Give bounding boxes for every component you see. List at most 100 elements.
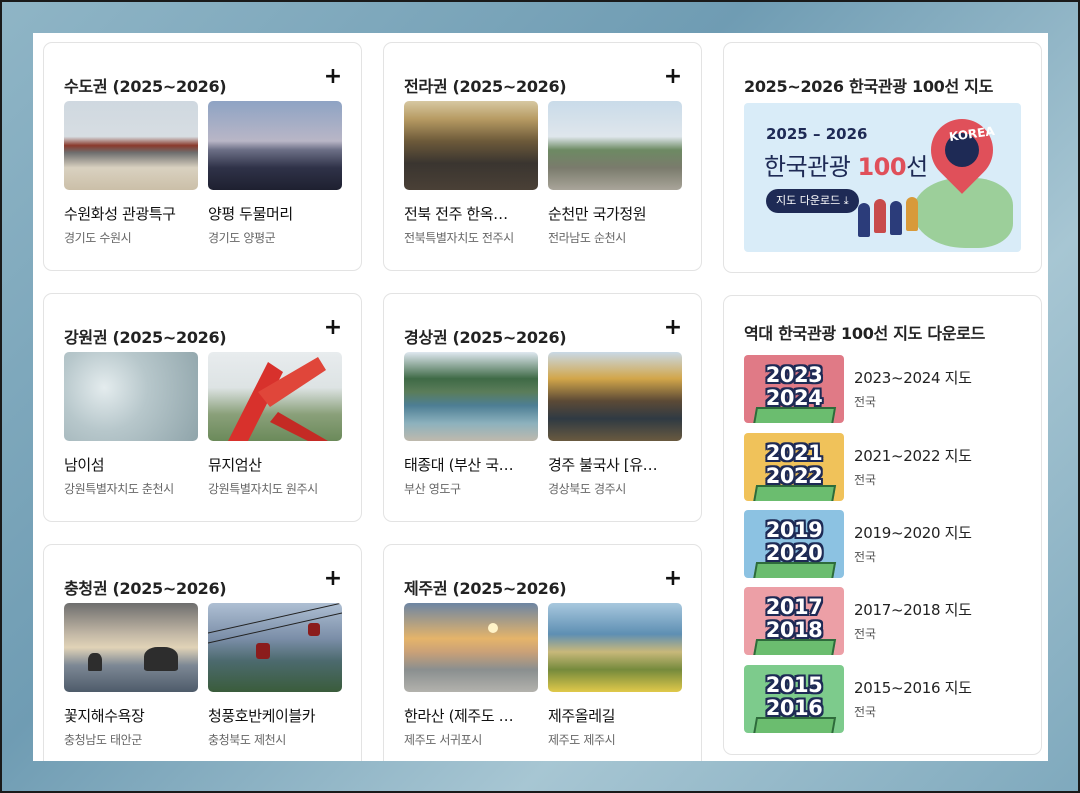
place-location: 경기도 수원시 bbox=[64, 231, 132, 245]
history-map-label: 2021~2022 지도 bbox=[854, 447, 972, 465]
place-item[interactable]: 한라산 (제주도 … 제주도 서귀포시 bbox=[404, 603, 538, 748]
place-thumbnail bbox=[208, 603, 342, 692]
expand-plus-icon[interactable]: + bbox=[663, 317, 683, 339]
badge-year-bottom: 2020 bbox=[765, 541, 823, 565]
place-location: 강원특별자치도 춘천시 bbox=[64, 482, 174, 496]
badge-year-top: 2015 bbox=[765, 673, 823, 697]
year-badge: 2015 2016 bbox=[744, 665, 844, 733]
place-item[interactable]: 청풍호반케이블카 충청북도 제천시 bbox=[208, 603, 342, 748]
badge-year-bottom: 2024 bbox=[765, 386, 823, 410]
region-card-jeolla: 전라권 (2025~2026) + 전북 전주 한옥… 전북특별자치도 전주시 … bbox=[383, 42, 702, 271]
history-map-item-2015[interactable]: 2015 2016 2015~2016 지도 전국 bbox=[744, 665, 1024, 733]
content-panel: 수도권 (2025~2026) + 수원화성 관광특구 경기도 수원시 양평 두… bbox=[33, 33, 1048, 761]
history-map-item-2019[interactable]: 2019 2020 2019~2020 지도 전국 bbox=[744, 510, 1024, 578]
place-location: 충청남도 태안군 bbox=[64, 733, 142, 747]
history-map-label: 2019~2020 지도 bbox=[854, 524, 972, 542]
region-card-sudogwon: 수도권 (2025~2026) + 수원화성 관광특구 경기도 수원시 양평 두… bbox=[43, 42, 362, 271]
history-map-label: 2023~2024 지도 bbox=[854, 369, 972, 387]
place-name: 제주올레길 bbox=[548, 707, 616, 725]
place-item[interactable]: 뮤지엄산 강원특별자치도 원주시 bbox=[208, 352, 342, 497]
place-thumbnail bbox=[404, 352, 538, 441]
banner-heading-suffix: 선 bbox=[906, 153, 928, 181]
hikers-illustration bbox=[856, 195, 920, 241]
history-map-card: 역대 한국관광 100선 지도 다운로드 2023 2024 2023~2024… bbox=[723, 295, 1042, 755]
place-name: 경주 불국사 [유… bbox=[548, 456, 658, 474]
place-name: 태종대 (부산 국… bbox=[404, 456, 514, 474]
place-thumbnail bbox=[404, 101, 538, 190]
banner-heading-number: 100 bbox=[857, 153, 907, 181]
expand-plus-icon[interactable]: + bbox=[323, 66, 343, 88]
region-card-gangwon: 강원권 (2025~2026) + 남이섬 강원특별자치도 춘천시 뮤지엄산 강… bbox=[43, 293, 362, 522]
cable-car-graphic bbox=[208, 603, 342, 659]
place-name: 뮤지엄산 bbox=[208, 456, 262, 474]
badge-year-bottom: 2016 bbox=[765, 696, 823, 720]
place-thumbnail bbox=[208, 101, 342, 190]
place-name: 수원화성 관광특구 bbox=[64, 205, 176, 223]
place-item[interactable]: 전북 전주 한옥… 전북특별자치도 전주시 bbox=[404, 101, 538, 246]
region-card-chungcheong: 충청권 (2025~2026) + 꽃지해수욕장 충청남도 태안군 청풍호반케이… bbox=[43, 544, 362, 761]
banner-years: 2025 – 2026 bbox=[766, 125, 868, 143]
place-name: 꽃지해수욕장 bbox=[64, 707, 145, 725]
region-title: 경상권 (2025~2026) bbox=[404, 328, 567, 347]
year-badge: 2021 2022 bbox=[744, 433, 844, 501]
place-location: 전라남도 순천시 bbox=[548, 231, 626, 245]
badge-year-top: 2017 bbox=[765, 595, 823, 619]
place-thumbnail bbox=[64, 603, 198, 692]
badge-year-bottom: 2018 bbox=[765, 618, 823, 642]
expand-plus-icon[interactable]: + bbox=[323, 568, 343, 590]
banner-heading: 한국관광 100선 bbox=[764, 147, 928, 182]
place-name: 전북 전주 한옥… bbox=[404, 205, 508, 223]
place-name: 한라산 (제주도 … bbox=[404, 707, 514, 725]
current-map-card: 2025~2026 한국관광 100선 지도 2025 – 2026 한국관광 … bbox=[723, 42, 1042, 273]
history-map-sub: 전국 bbox=[854, 550, 877, 564]
place-location: 강원특별자치도 원주시 bbox=[208, 482, 318, 496]
place-location: 제주도 서귀포시 bbox=[404, 733, 482, 747]
region-card-jeju: 제주권 (2025~2026) + 한라산 (제주도 … 제주도 서귀포시 제주… bbox=[383, 544, 702, 761]
map-banner[interactable]: 2025 – 2026 한국관광 100선 지도 다운로드 ⤓ KOREA bbox=[744, 103, 1021, 252]
badge-year-top: 2021 bbox=[765, 441, 823, 465]
place-thumbnail bbox=[548, 352, 682, 441]
map-download-button[interactable]: 지도 다운로드 ⤓ bbox=[766, 189, 859, 213]
region-title: 수도권 (2025~2026) bbox=[64, 77, 227, 96]
place-item[interactable]: 꽃지해수욕장 충청남도 태안군 bbox=[64, 603, 198, 748]
banner-heading-prefix: 한국관광 bbox=[764, 153, 858, 181]
region-title: 충청권 (2025~2026) bbox=[64, 579, 227, 598]
history-map-item-2021[interactable]: 2021 2022 2021~2022 지도 전국 bbox=[744, 433, 1024, 501]
expand-plus-icon[interactable]: + bbox=[663, 66, 683, 88]
place-location: 제주도 제주시 bbox=[548, 733, 616, 747]
place-location: 부산 영도구 bbox=[404, 482, 461, 496]
place-thumbnail bbox=[64, 352, 198, 441]
history-map-item-2023[interactable]: 2023 2024 2023~2024 지도 전국 bbox=[744, 355, 1024, 423]
place-thumbnail bbox=[548, 101, 682, 190]
place-item[interactable]: 양평 두물머리 경기도 양평군 bbox=[208, 101, 342, 246]
region-title: 강원권 (2025~2026) bbox=[64, 328, 227, 347]
place-thumbnail bbox=[404, 603, 538, 692]
history-map-sub: 전국 bbox=[854, 395, 877, 409]
place-thumbnail bbox=[548, 603, 682, 692]
history-title: 역대 한국관광 100선 지도 다운로드 bbox=[744, 324, 986, 343]
place-item[interactable]: 경주 불국사 [유… 경상북도 경주시 bbox=[548, 352, 682, 497]
region-title: 제주권 (2025~2026) bbox=[404, 579, 567, 598]
map-card-title: 2025~2026 한국관광 100선 지도 bbox=[744, 77, 994, 96]
history-map-label: 2017~2018 지도 bbox=[854, 601, 972, 619]
place-location: 충청북도 제천시 bbox=[208, 733, 286, 747]
place-item[interactable]: 태종대 (부산 국… 부산 영도구 bbox=[404, 352, 538, 497]
year-badge: 2019 2020 bbox=[744, 510, 844, 578]
expand-plus-icon[interactable]: + bbox=[663, 568, 683, 590]
expand-plus-icon[interactable]: + bbox=[323, 317, 343, 339]
badge-year-top: 2019 bbox=[765, 518, 823, 542]
history-map-item-2017[interactable]: 2017 2018 2017~2018 지도 전국 bbox=[744, 587, 1024, 655]
place-location: 경상북도 경주시 bbox=[548, 482, 626, 496]
history-map-sub: 전국 bbox=[854, 627, 877, 641]
place-name: 청풍호반케이블카 bbox=[208, 707, 316, 725]
place-item[interactable]: 수원화성 관광특구 경기도 수원시 bbox=[64, 101, 198, 246]
place-item[interactable]: 순천만 국가정원 전라남도 순천시 bbox=[548, 101, 682, 246]
place-thumbnail bbox=[64, 101, 198, 190]
place-item[interactable]: 남이섬 강원특별자치도 춘천시 bbox=[64, 352, 198, 497]
place-location: 경기도 양평군 bbox=[208, 231, 276, 245]
badge-year-top: 2023 bbox=[765, 363, 823, 387]
year-badge: 2017 2018 bbox=[744, 587, 844, 655]
year-badge: 2023 2024 bbox=[744, 355, 844, 423]
place-item[interactable]: 제주올레길 제주도 제주시 bbox=[548, 603, 682, 748]
sculpture-graphic bbox=[228, 357, 328, 441]
